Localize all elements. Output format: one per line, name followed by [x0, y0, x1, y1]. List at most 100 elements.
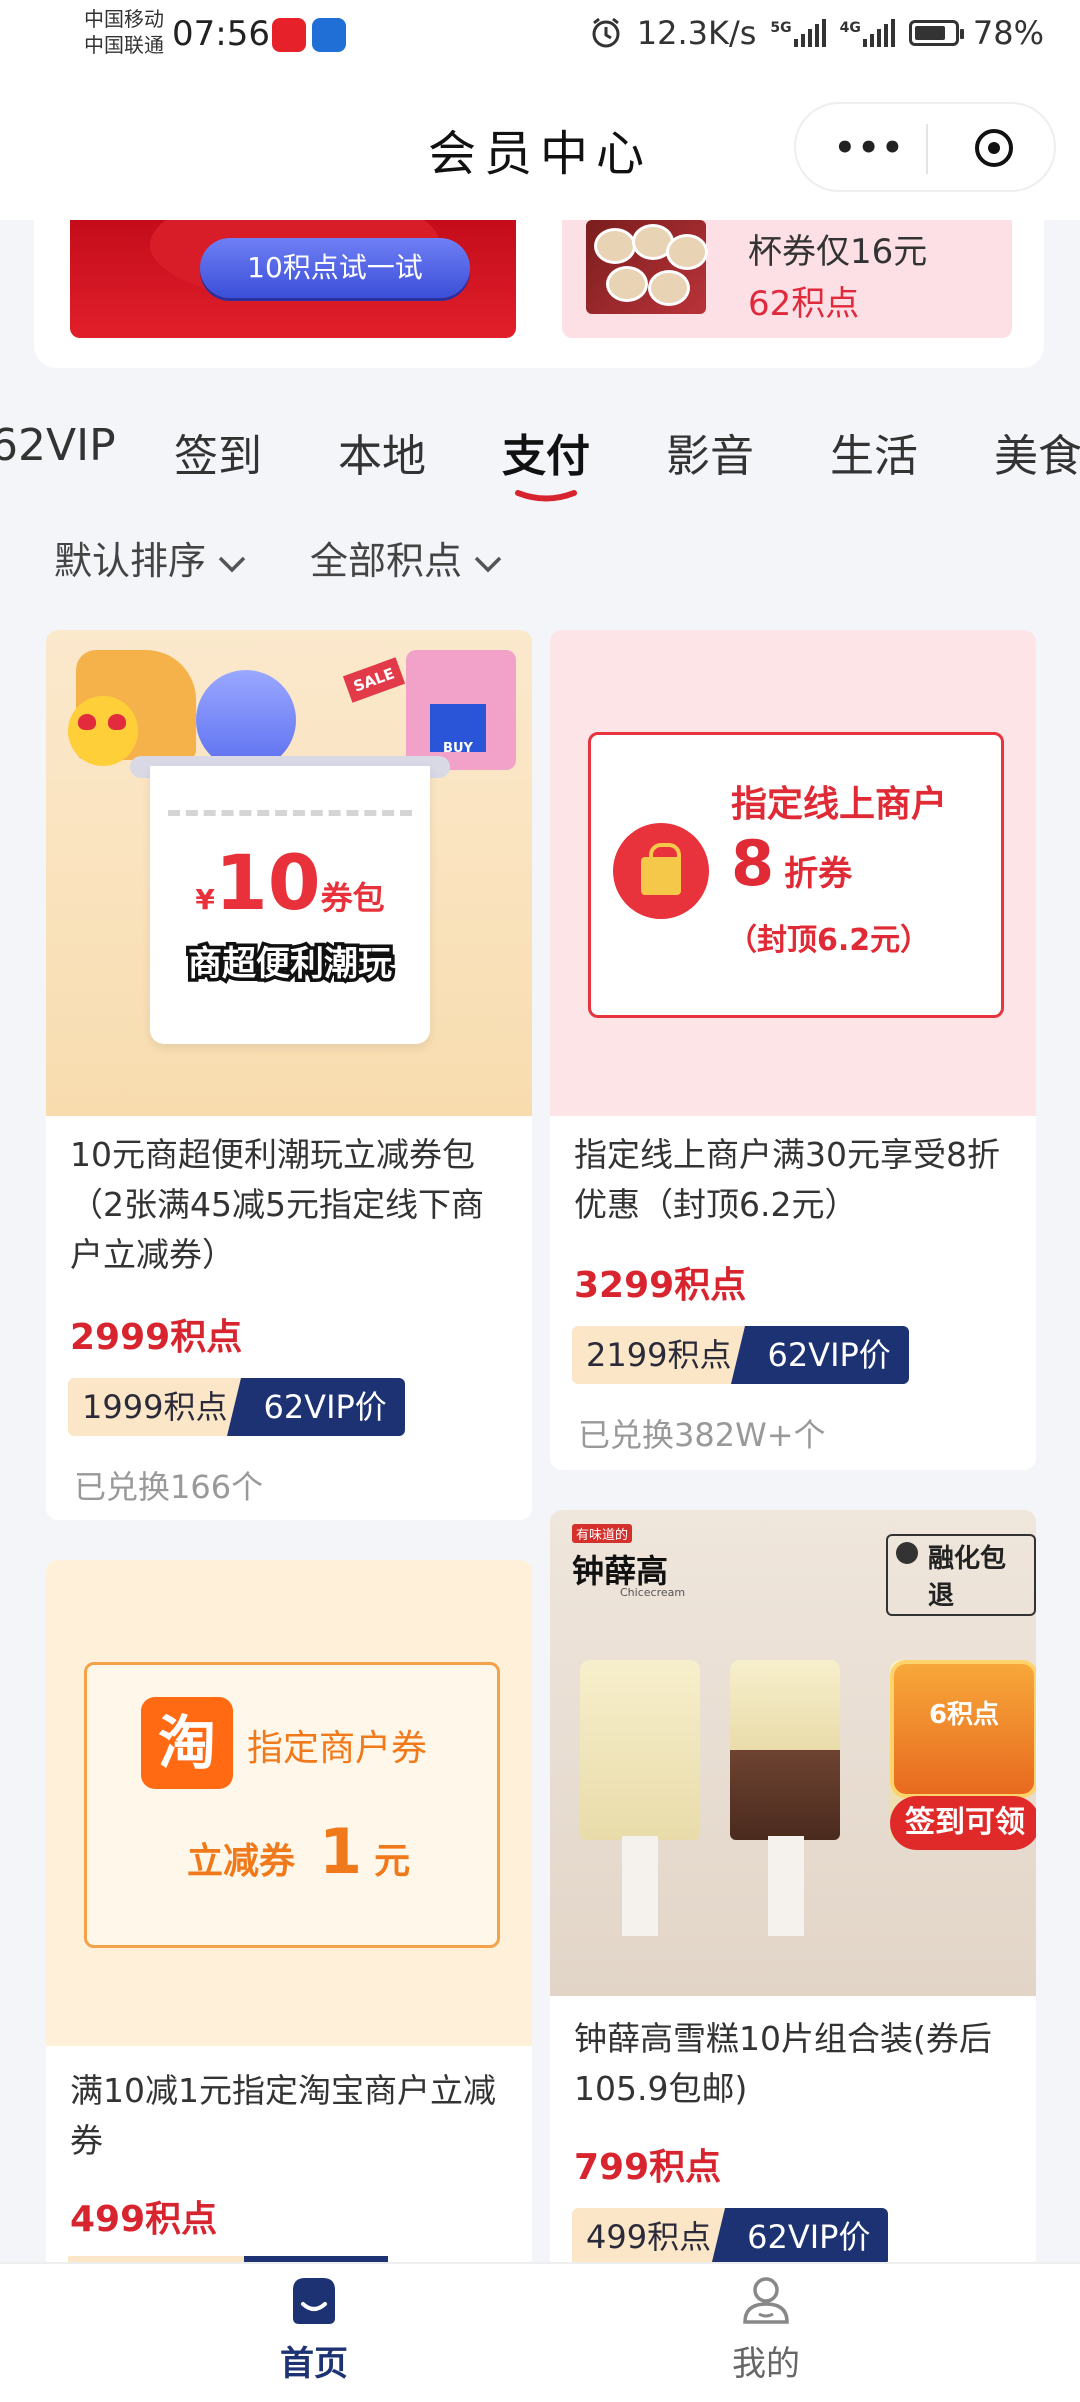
banner-points: 62积点	[748, 284, 860, 324]
tab-payment[interactable]: 支付	[502, 420, 590, 484]
status-indicators: 12.3K/s 5G 4G 78%	[589, 14, 1044, 52]
try-button[interactable]: 10积点试一试	[200, 238, 470, 298]
vip-price-tag: 2199积点 62VIP价	[572, 1326, 909, 1384]
product-price: 499积点	[70, 2199, 218, 2240]
tab-life[interactable]: 生活	[830, 420, 918, 484]
brand-tag: 有味道的	[572, 1524, 633, 1543]
product-image: 有味道的 钟薛高 Chicecream 融化包退 6积点 签到可领	[550, 1510, 1036, 1996]
header: 会员中心 •••	[0, 78, 1080, 220]
product-name: 钟薛高雪糕10片组合装(券后105.9包邮)	[574, 2019, 992, 2108]
top-banner-card: 10积点试一试 杯券仅16元 62积点	[34, 220, 1044, 368]
shop-stall-decoration: BUY	[406, 650, 516, 770]
product-card[interactable]: 指定线上商户 8 折券 （封顶6.2元） 指定线上商户满30元享受8折优惠（封顶6…	[550, 630, 1036, 1470]
product-image: 指定线上商户 8 折券 （封顶6.2元）	[550, 630, 1036, 1116]
nav-mine[interactable]: 我的	[686, 2274, 846, 2385]
sort-label: 默认排序	[54, 539, 207, 583]
exchanged-count: 已兑换382W+个	[578, 1416, 826, 1454]
points-filter-label: 全部积点	[310, 539, 463, 583]
miniapp-capsule: •••	[794, 102, 1056, 192]
battery-level: 78%	[972, 14, 1044, 52]
droplet-icon	[896, 1542, 918, 1564]
coupon-frame: 指定线上商户 8 折券 （封顶6.2元）	[588, 732, 1004, 1018]
sale-tag: SALE	[342, 657, 406, 703]
emoji-icon	[68, 696, 138, 766]
record-disc-decoration	[196, 670, 296, 770]
coffee-cups-image	[586, 220, 708, 314]
float-points: 6积点	[928, 1700, 1000, 1730]
signal-5g-icon: 5G	[770, 19, 826, 47]
ice-cream-bar-chocolate	[730, 1750, 840, 1840]
coupon-discount: 8 折券	[731, 827, 853, 900]
close-circle-icon[interactable]	[972, 126, 1016, 170]
tab-food[interactable]: 美食	[994, 420, 1080, 484]
signal-4g-icon: 4G	[840, 19, 895, 47]
carrier-1: 中国移动	[84, 7, 164, 31]
banner-trial[interactable]: 10积点试一试	[70, 220, 516, 338]
coupon-line2: 立减券 1 元	[187, 1815, 411, 1888]
battery-icon	[908, 20, 964, 46]
network-speed: 12.3K/s	[636, 14, 757, 52]
coupon-line1: 指定线上商户	[731, 784, 948, 825]
vip-price-tag: 499积点 62VIP价	[572, 2208, 889, 2266]
capsule-divider	[926, 124, 928, 174]
tab-local[interactable]: 本地	[338, 420, 426, 484]
product-image: SALE BUY ¥10券包 商超便利潮玩	[46, 630, 532, 1116]
clock: 07:56	[172, 14, 270, 54]
vip-points: 2199积点	[572, 1326, 746, 1384]
product-card[interactable]: SALE BUY ¥10券包 商超便利潮玩 10元商超便利潮玩立减券包（2张满4…	[46, 630, 532, 1520]
tab-62vip[interactable]: 62VIP	[0, 420, 116, 471]
product-price: 3299积点	[574, 1265, 747, 1306]
product-name: 指定线上商户满30元享受8折优惠（封顶6.2元）	[574, 1135, 1000, 1224]
product-card[interactable]: 淘 指定商户券 立减券 1 元 满10减1元指定淘宝商户立减券 499积点	[46, 1560, 532, 2270]
tab-media[interactable]: 影音	[666, 420, 754, 484]
home-icon	[293, 2278, 335, 2324]
nav-mine-label: 我的	[732, 2344, 800, 2384]
product-price: 799积点	[574, 2147, 722, 2188]
bottom-nav: 首页 我的	[0, 2262, 1080, 2402]
ice-cream-stick	[768, 1836, 804, 1936]
alarm-icon	[592, 17, 620, 48]
checkin-claim-button[interactable]: 签到可领	[890, 1796, 1036, 1850]
vip-label: 62VIP价	[227, 1378, 405, 1436]
app-notification-icon	[312, 18, 346, 52]
user-icon	[743, 2277, 789, 2324]
points-dropdown[interactable]: 全部积点	[310, 530, 504, 585]
banner-title: 杯券仅16元	[748, 232, 928, 272]
product-image: 淘 指定商户券 立减券 1 元	[46, 1560, 532, 2046]
tab-checkin[interactable]: 签到	[174, 420, 262, 484]
status-bar: 中国移动 中国联通 07:56 12.3K/s 5G 4G 78%	[0, 0, 1080, 78]
carrier-info: 中国移动 中国联通	[84, 6, 164, 58]
vip-label: 62VIP价	[711, 2208, 889, 2266]
chevron-down-icon	[474, 556, 502, 572]
coupon-amount: ¥10券包	[195, 838, 385, 927]
vip-points: 499积点	[572, 2208, 726, 2266]
ice-cream-stick	[622, 1836, 658, 1936]
nav-home[interactable]: 首页	[234, 2274, 394, 2385]
product-name: 10元商超便利潮玩立减券包（2张满45减5元指定线下商户立减券）	[70, 1135, 484, 1274]
brand-english: Chicecream	[620, 1586, 686, 1599]
app-notification-icon	[272, 18, 306, 52]
vip-label: 62VIP价	[731, 1326, 909, 1384]
ice-cream-bar	[730, 1660, 840, 1750]
ice-cream-bar	[580, 1660, 700, 1840]
product-name: 满10减1元指定淘宝商户立减券	[70, 2071, 496, 2160]
nav-home-label: 首页	[280, 2344, 348, 2384]
melt-refund-badge: 融化包退	[886, 1534, 1036, 1616]
banner-cup-coupon[interactable]: 杯券仅16元 62积点	[562, 220, 1012, 338]
product-price: 2999积点	[70, 1317, 243, 1358]
coupon-frame: 淘 指定商户券 立减券 1 元	[84, 1662, 500, 1948]
treasure-chest-icon[interactable]: 6积点	[890, 1660, 1036, 1798]
sort-dropdown[interactable]: 默认排序	[54, 530, 248, 585]
coupon-line1: 指定商户券	[247, 1728, 428, 1769]
coupon-subtitle: 商超便利潮玩	[185, 941, 396, 988]
ticket-dashes	[168, 810, 412, 816]
vip-price-tag: 1999积点 62VIP价	[68, 1378, 405, 1436]
active-tab-indicator	[515, 490, 577, 502]
shopping-bag-icon	[613, 823, 709, 919]
coupon-note: （封顶6.2元）	[727, 923, 931, 958]
more-dots-icon[interactable]: •••	[834, 128, 905, 168]
exchanged-count: 已兑换166个	[74, 1468, 264, 1506]
taobao-logo-icon: 淘	[141, 1697, 233, 1789]
product-card[interactable]: 有味道的 钟薛高 Chicecream 融化包退 6积点 签到可领 钟薛高雪糕1…	[550, 1510, 1036, 2270]
buy-tag: BUY	[430, 704, 486, 756]
